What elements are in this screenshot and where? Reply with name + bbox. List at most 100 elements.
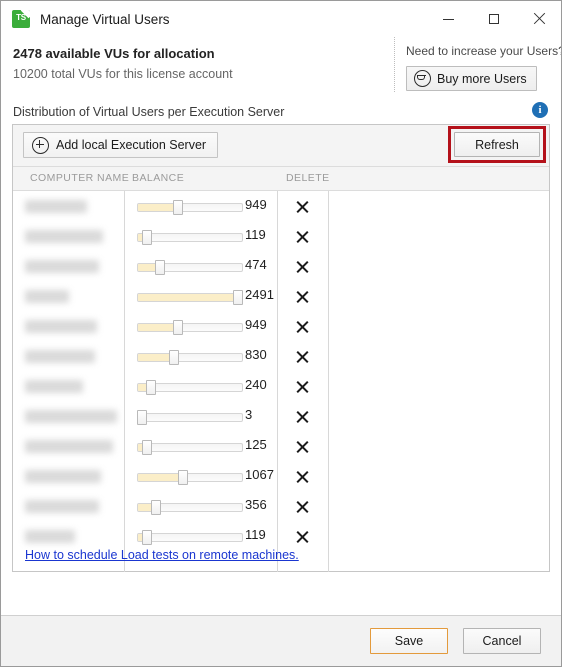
maximize-button[interactable] [471, 1, 516, 37]
slider-fill [138, 204, 175, 211]
table-row: 949 [13, 193, 549, 223]
computer-name-cell [25, 230, 103, 243]
balance-slider[interactable] [137, 260, 243, 275]
distribution-label: Distribution of Virtual Users per Execut… [13, 105, 285, 119]
manage-virtual-users-window: TS Manage Virtual Users 2478 available V… [0, 0, 562, 667]
balance-slider[interactable] [137, 290, 243, 305]
distribution-header: Distribution of Virtual Users per Execut… [1, 100, 561, 124]
title-bar: TS Manage Virtual Users [1, 1, 561, 37]
add-local-execution-server-button[interactable]: Add local Execution Server [23, 132, 219, 158]
balance-value: 125 [245, 437, 267, 452]
balance-value: 949 [245, 317, 267, 332]
balance-value: 830 [245, 347, 267, 362]
execution-server-table: 949 119 474 2491 949 830 240 3 125 1067 356 119 [13, 191, 549, 572]
table-row: 474 [13, 253, 549, 283]
delete-icon[interactable] [296, 200, 309, 213]
column-header-delete: DELETE [286, 172, 330, 184]
add-local-execution-server-label: Add local Execution Server [56, 138, 207, 152]
slider-thumb[interactable] [173, 200, 184, 215]
execution-server-panel: Add local Execution Server Refresh COMPU… [12, 124, 550, 572]
balance-slider[interactable] [137, 470, 243, 485]
minimize-button[interactable] [426, 1, 471, 37]
slider-thumb[interactable] [146, 380, 157, 395]
slider-track [137, 413, 243, 422]
slider-track [137, 233, 243, 242]
minimize-icon [443, 18, 454, 20]
balance-slider[interactable] [137, 350, 243, 365]
balance-slider[interactable] [137, 320, 243, 335]
slider-thumb[interactable] [168, 350, 179, 365]
slider-thumb[interactable] [155, 260, 166, 275]
slider-thumb[interactable] [141, 230, 152, 245]
slider-fill [138, 504, 152, 511]
computer-name-cell [25, 470, 101, 483]
slider-thumb[interactable] [141, 440, 152, 455]
column-header-computer-name: COMPUTER NAME [30, 172, 130, 184]
slider-fill [138, 324, 175, 331]
table-row: 830 [13, 343, 549, 373]
balance-value: 2491 [245, 287, 274, 302]
delete-icon[interactable] [296, 290, 309, 303]
computer-name-cell [25, 410, 117, 423]
balance-slider[interactable] [137, 530, 243, 545]
delete-icon[interactable] [296, 230, 309, 243]
slider-thumb[interactable] [232, 290, 243, 305]
balance-slider[interactable] [137, 230, 243, 245]
buy-more-users-button[interactable]: Buy more Users [406, 66, 537, 91]
app-icon-text: TS [16, 13, 26, 22]
balance-value: 1067 [245, 467, 274, 482]
available-vus-label: 2478 available VUs for allocation [13, 46, 215, 61]
info-icon[interactable]: i [532, 102, 548, 118]
balance-value: 119 [245, 527, 266, 542]
delete-icon[interactable] [296, 530, 309, 543]
balance-value: 240 [245, 377, 267, 392]
balance-slider[interactable] [137, 380, 243, 395]
table-row: 949 [13, 313, 549, 343]
delete-icon[interactable] [296, 350, 309, 363]
schedule-load-tests-link[interactable]: How to schedule Load tests on remote mac… [25, 548, 299, 562]
slider-fill [138, 294, 234, 301]
delete-icon[interactable] [296, 500, 309, 513]
balance-value: 119 [245, 227, 266, 242]
delete-icon[interactable] [296, 320, 309, 333]
refresh-button[interactable]: Refresh [454, 132, 540, 157]
plus-circle-icon [32, 136, 49, 154]
table-row: 240 [13, 373, 549, 403]
slider-thumb[interactable] [141, 530, 152, 545]
table-row: 125 [13, 433, 549, 463]
balance-slider[interactable] [137, 440, 243, 455]
window-title: Manage Virtual Users [40, 11, 170, 27]
purchase-panel: Need to increase your Users? Buy more Us… [394, 37, 562, 92]
computer-name-cell [25, 530, 75, 543]
increase-users-prompt: Need to increase your Users? [406, 44, 562, 58]
computer-name-cell [25, 260, 99, 273]
balance-slider[interactable] [137, 500, 243, 515]
table-row: 3 [13, 403, 549, 433]
delete-icon[interactable] [296, 260, 309, 273]
slider-thumb[interactable] [137, 410, 148, 425]
save-button[interactable]: Save [370, 628, 448, 654]
table-row: 119 [13, 223, 549, 253]
info-icon-text: i [538, 103, 542, 116]
window-controls [426, 1, 561, 37]
slider-thumb[interactable] [177, 470, 188, 485]
slider-fill [138, 474, 179, 481]
balance-slider[interactable] [137, 200, 243, 215]
refresh-button-label: Refresh [475, 137, 519, 152]
slider-thumb[interactable] [150, 500, 161, 515]
slider-thumb[interactable] [173, 320, 184, 335]
maximize-icon [488, 14, 499, 24]
delete-icon[interactable] [296, 470, 309, 483]
cancel-button[interactable]: Cancel [463, 628, 541, 654]
shopping-basket-icon [414, 70, 431, 87]
balance-slider[interactable] [137, 410, 243, 425]
delete-icon[interactable] [296, 440, 309, 453]
slider-fill [138, 354, 170, 361]
delete-icon[interactable] [296, 380, 309, 393]
balance-value: 356 [245, 497, 267, 512]
close-button[interactable] [516, 1, 561, 37]
computer-name-cell [25, 320, 97, 333]
delete-icon[interactable] [296, 410, 309, 423]
close-icon [533, 13, 545, 25]
license-summary-text: 2478 available VUs for allocation 10200 … [13, 37, 394, 83]
